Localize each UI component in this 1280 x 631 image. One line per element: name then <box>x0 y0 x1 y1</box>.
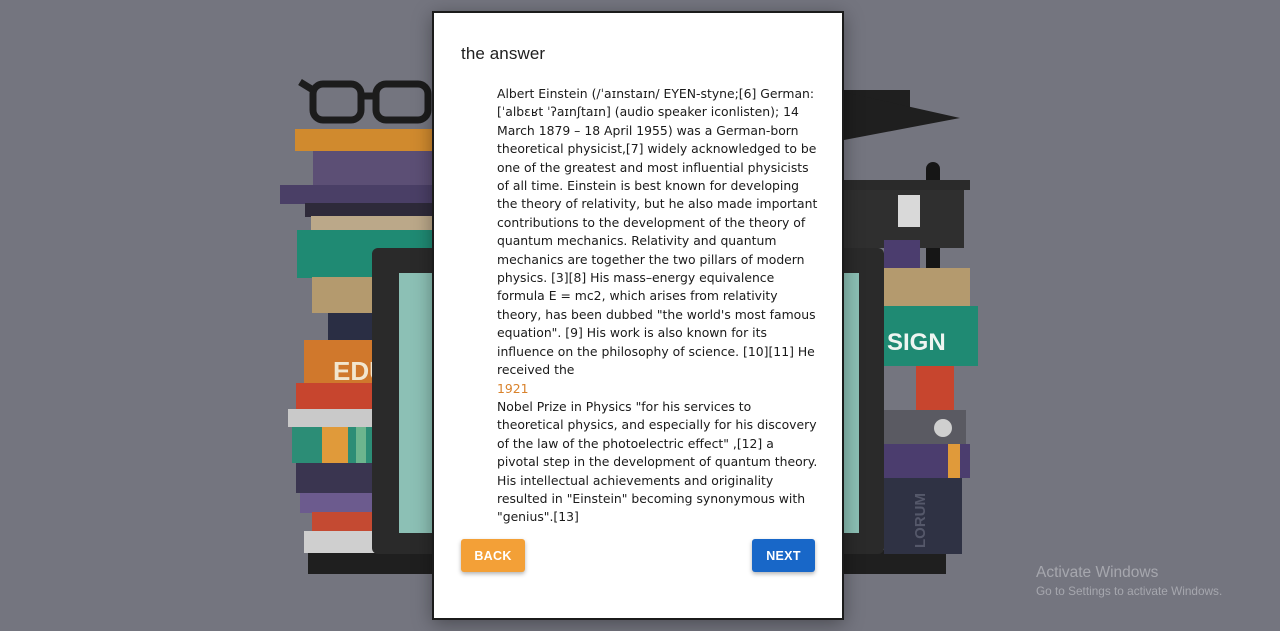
glasses-icon <box>298 79 432 124</box>
dialog-title: the answer <box>461 44 546 63</box>
watermark-subtitle: Go to Settings to activate Windows. <box>1036 584 1223 598</box>
answer-paragraph-2: Nobel Prize in Physics "for his services… <box>497 398 818 525</box>
highlight-year: 1921 <box>497 380 529 396</box>
book-label-lorum: LORUM <box>912 493 929 548</box>
answer-paragraph-1: Albert Einstein (/ˈaɪnstaɪn/ EYEN-styne;… <box>497 86 818 378</box>
back-button[interactable]: BACK <box>461 539 525 572</box>
watermark-title: Activate Windows <box>1036 564 1159 581</box>
book-label-sign: SIGN <box>887 329 946 356</box>
next-button[interactable]: NEXT <box>752 539 815 572</box>
answer-dialog: the answer Albert Einstein (/ˈaɪnstaɪn/ … <box>432 11 844 620</box>
answer-text: Albert Einstein (/ˈaɪnstaɪn/ EYEN-styne;… <box>497 85 819 527</box>
activate-windows-watermark: Activate Windows Go to Settings to activ… <box>1036 564 1222 598</box>
